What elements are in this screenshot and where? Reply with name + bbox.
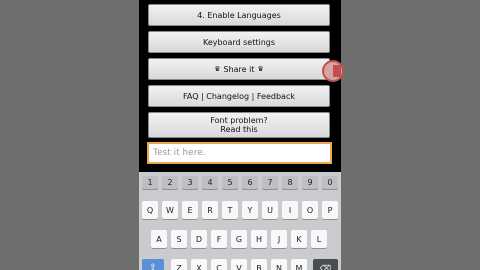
keyboard-settings-button[interactable]: Keyboard settings <box>148 31 330 53</box>
font-problem-line2: Read this <box>220 125 258 134</box>
test-input-placeholder: Test it here. <box>153 148 206 158</box>
faq-changelog-feedback-button[interactable]: FAQ | Changelog | Feedback <box>148 85 330 107</box>
key-0[interactable]: 0 <box>322 176 338 189</box>
key-q[interactable]: Q <box>142 201 158 219</box>
font-problem-button[interactable]: Font problem? Read this <box>148 112 330 138</box>
key-m[interactable]: M <box>291 259 307 270</box>
key-w[interactable]: W <box>162 201 178 219</box>
backspace-icon: ⌫ <box>319 263 332 270</box>
key-9[interactable]: 9 <box>302 176 318 189</box>
keyboard-settings-label: Keyboard settings <box>202 37 276 47</box>
phone-screen: 4. Enable Languages Keyboard settings ♛ … <box>139 0 341 270</box>
key-g[interactable]: G <box>231 230 247 248</box>
bubble-glyph <box>333 65 341 77</box>
key-c[interactable]: C <box>211 259 227 270</box>
key-u[interactable]: U <box>262 201 278 219</box>
key-v[interactable]: V <box>231 259 247 270</box>
key-h[interactable]: H <box>251 230 267 248</box>
key-d[interactable]: D <box>191 230 207 248</box>
font-problem-line1: Font problem? <box>210 116 268 125</box>
key-2[interactable]: 2 <box>162 176 178 189</box>
key-4[interactable]: 4 <box>202 176 218 189</box>
key-7[interactable]: 7 <box>262 176 278 189</box>
share-it-label: Share it <box>223 64 255 74</box>
key-z[interactable]: Z <box>171 259 187 270</box>
backspace-key[interactable]: ⌫ <box>313 259 338 270</box>
crown-right-icon: ♛ <box>257 64 264 73</box>
key-t[interactable]: T <box>222 201 238 219</box>
shift-icon: ⇧ <box>149 263 157 270</box>
key-f[interactable]: F <box>211 230 227 248</box>
key-8[interactable]: 8 <box>282 176 298 189</box>
key-a[interactable]: A <box>151 230 167 248</box>
key-r[interactable]: R <box>202 201 218 219</box>
key-e[interactable]: E <box>182 201 198 219</box>
test-input[interactable]: Test it here. <box>147 142 332 164</box>
key-s[interactable]: S <box>171 230 187 248</box>
key-i[interactable]: I <box>282 201 298 219</box>
floating-bubble-icon[interactable] <box>322 60 344 82</box>
enable-languages-button[interactable]: 4. Enable Languages <box>148 4 330 26</box>
key-j[interactable]: J <box>271 230 287 248</box>
key-5[interactable]: 5 <box>222 176 238 189</box>
key-k[interactable]: K <box>291 230 307 248</box>
shift-key[interactable]: ⇧ <box>142 259 164 270</box>
key-n[interactable]: N <box>271 259 287 270</box>
key-y[interactable]: Y <box>242 201 258 219</box>
key-6[interactable]: 6 <box>242 176 258 189</box>
share-it-button[interactable]: ♛ Share it ♛ <box>148 58 330 80</box>
faq-label: FAQ | Changelog | Feedback <box>183 91 295 101</box>
key-b[interactable]: B <box>251 259 267 270</box>
key-p[interactable]: P <box>322 201 338 219</box>
enable-languages-label: 4. Enable Languages <box>197 10 281 20</box>
key-1[interactable]: 1 <box>142 176 158 189</box>
key-3[interactable]: 3 <box>182 176 198 189</box>
key-x[interactable]: X <box>191 259 207 270</box>
key-l[interactable]: L <box>311 230 327 248</box>
crown-left-icon: ♛ <box>214 64 221 73</box>
keyboard: 1 2 3 4 5 6 7 8 9 0 Q W E R T Y U I O P … <box>139 172 341 270</box>
key-o[interactable]: O <box>302 201 318 219</box>
